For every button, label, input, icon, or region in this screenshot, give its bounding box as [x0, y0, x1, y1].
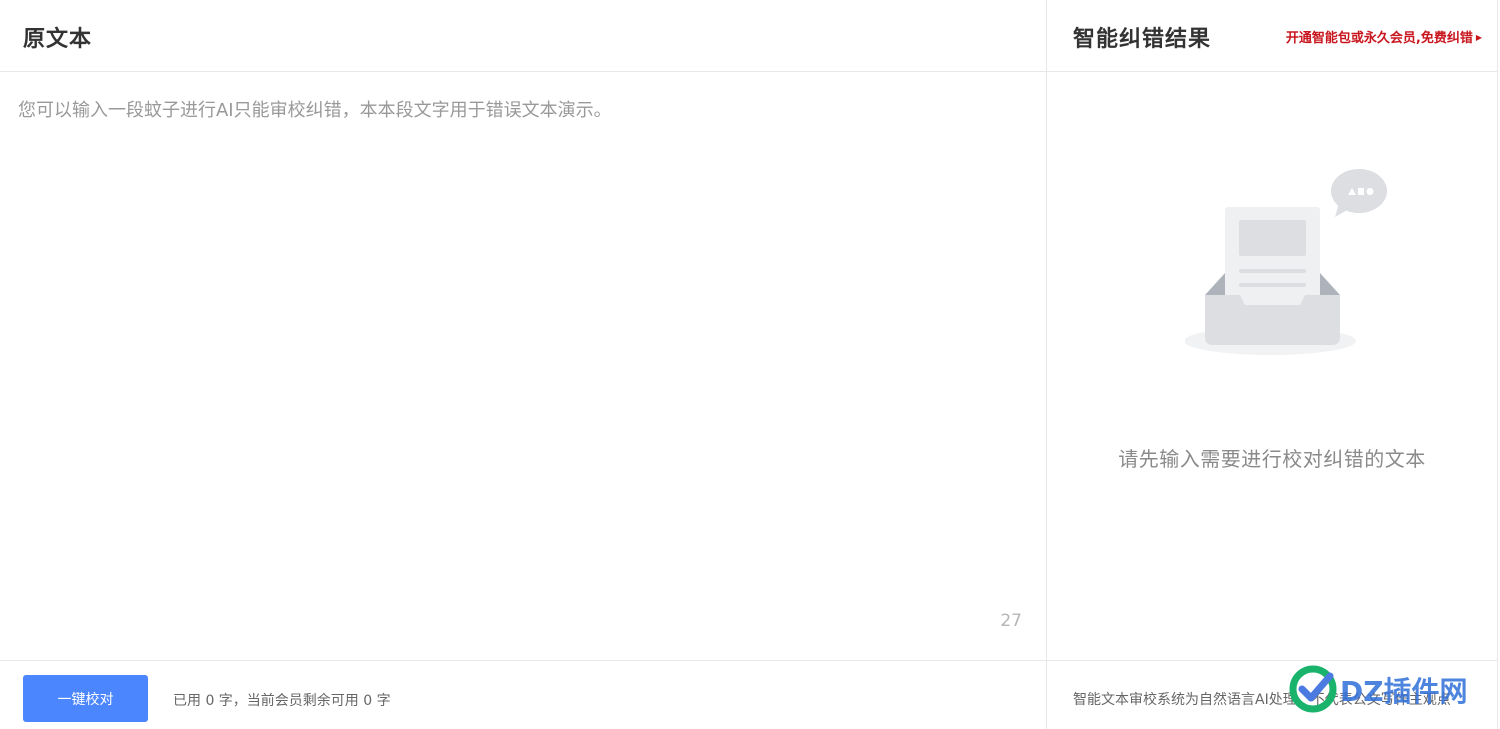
correction-result-footer: 智能文本审校系统为自然语言AI处理，不代表公文写作主观点	[1047, 660, 1497, 729]
usage-quota-text: 已用 0 字，当前会员剩余可用 0 字	[173, 693, 391, 709]
empty-state-text: 请先输入需要进行校对纠错的文本	[1118, 447, 1426, 471]
upgrade-membership-link[interactable]: 开通智能包或永久会员,免费纠错 ▶	[1286, 27, 1482, 46]
char-count: 27	[1000, 611, 1022, 631]
correction-result-header: 智能纠错结果 开通智能包或永久会员,免费纠错 ▶	[1047, 0, 1497, 72]
original-text-header: 原文本	[0, 0, 1046, 72]
disclaimer-text: 智能文本审校系统为自然语言AI处理，不代表公文写作主观点	[1073, 692, 1451, 708]
triangle-right-icon: ▶	[1475, 33, 1482, 42]
correction-result-panel: 智能纠错结果 开通智能包或永久会员,免费纠错 ▶ 请先输入需要进行校对纠错的文本…	[1047, 0, 1498, 729]
correction-result-title: 智能纠错结果	[1073, 27, 1212, 52]
original-text-input[interactable]	[0, 72, 1046, 660]
proofreading-app: 原文本 27 一键校对 已用 0 字，当前会员剩余可用 0 字 智能纠错结果 开…	[0, 0, 1500, 729]
original-text-title: 原文本	[23, 27, 93, 52]
upgrade-membership-label: 开通智能包或永久会员,免费纠错	[1285, 31, 1473, 46]
empty-inbox-icon	[1185, 169, 1387, 355]
one-click-proofread-button[interactable]: 一键校对	[23, 675, 148, 722]
original-text-panel: 原文本 27 一键校对 已用 0 字，当前会员剩余可用 0 字	[0, 0, 1047, 729]
original-text-footer: 一键校对 已用 0 字，当前会员剩余可用 0 字	[0, 660, 1046, 729]
